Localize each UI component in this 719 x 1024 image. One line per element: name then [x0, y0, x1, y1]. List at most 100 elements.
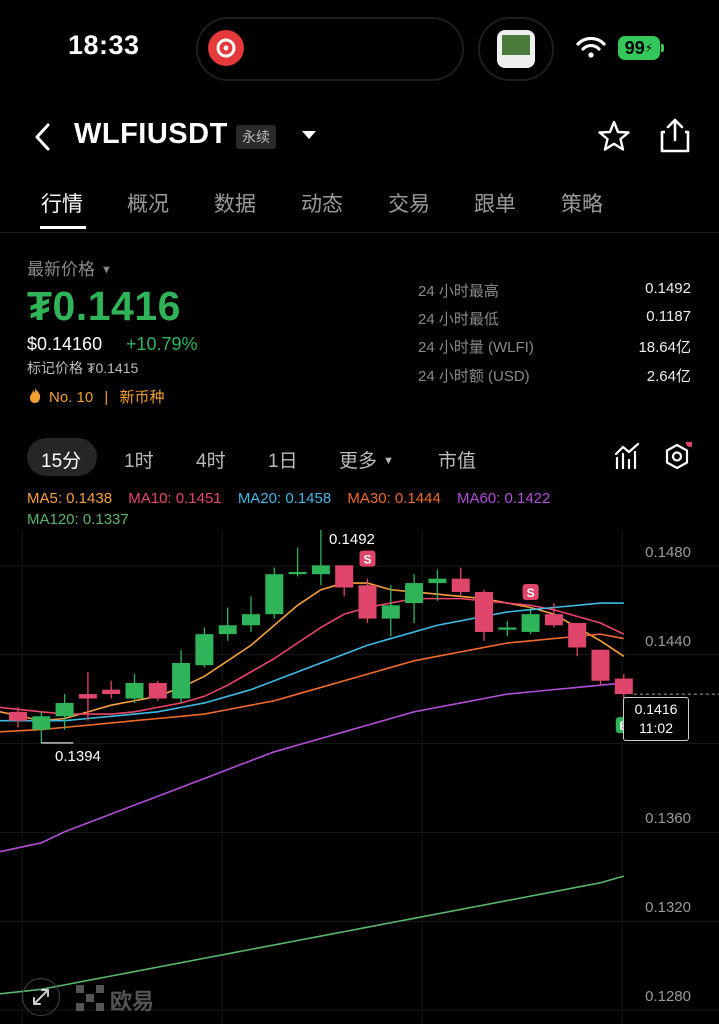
star-icon[interactable]	[596, 118, 632, 159]
candle-body	[475, 591, 493, 632]
y-axis-label: 0.1480	[645, 544, 691, 561]
candle-countdown: 11:02	[639, 720, 673, 736]
fire-icon	[27, 386, 43, 408]
signal-label: S	[363, 553, 371, 567]
ma5-legend: MA5: 0.1438	[27, 490, 113, 507]
last-price: ₮0.1416	[27, 283, 181, 329]
ma120-legend: MA120: 0.1337	[27, 511, 129, 528]
candle-body	[521, 614, 540, 632]
status-time: 18:33	[68, 30, 140, 60]
ma60-line	[0, 682, 624, 853]
share-icon[interactable]	[657, 117, 693, 160]
ma10-legend: MA10: 0.1451	[128, 490, 222, 507]
candle-body	[288, 571, 307, 575]
change-percent: +10.79%	[126, 334, 198, 354]
stat-value-volume: 18.64亿	[638, 339, 691, 356]
caret-down-icon: ▼	[101, 264, 112, 276]
interval-1d[interactable]: 1日	[268, 446, 298, 473]
contract-tag: 永续	[236, 125, 276, 149]
low-marker-label: 0.1394	[55, 748, 101, 765]
battery-level: 99	[624, 37, 645, 58]
candle-body	[148, 682, 167, 699]
ma20-legend: MA20: 0.1458	[237, 490, 332, 507]
rank-separator: |	[104, 389, 109, 406]
interval-4h[interactable]: 4时	[196, 446, 226, 473]
latest-price-label[interactable]: 最新价格 ▼	[27, 255, 112, 280]
stat-label-volume: 24 小时量 (WLFI)	[418, 339, 534, 356]
stat-value-high: 0.1492	[645, 280, 691, 297]
ma-legend-row-1: MA5: 0.1438 MA10: 0.1451 MA20: 0.1458 MA…	[27, 490, 550, 507]
interval-more[interactable]: 更多 ▼	[339, 446, 394, 473]
battery-tip	[661, 44, 664, 52]
y-axis-label: 0.1280	[645, 988, 691, 1005]
candle-body	[428, 578, 447, 584]
y-axis-label: 0.1440	[645, 633, 691, 650]
candle-body	[55, 702, 74, 717]
tab-copy-trading[interactable]: 跟单	[474, 188, 516, 218]
candle-body	[405, 583, 424, 604]
candle-body	[568, 623, 587, 648]
expand-icon[interactable]	[22, 978, 60, 1016]
candlestick-chart[interactable]: SSB	[0, 530, 719, 1024]
candle-body	[195, 634, 214, 666]
music-app-icon[interactable]	[208, 30, 244, 66]
y-axis-label: 0.1360	[645, 810, 691, 827]
interval-more-label: 更多	[339, 451, 378, 472]
symbol-dropdown-icon[interactable]	[300, 128, 318, 147]
candle-body	[242, 614, 260, 626]
symbol-title[interactable]: WLFIUSDT	[74, 118, 228, 151]
latest-price-label-text: 最新价格	[27, 260, 95, 279]
candle-body	[335, 565, 354, 588]
app-thumbnail-icon[interactable]	[497, 30, 535, 68]
candle-body	[9, 711, 27, 721]
okx-logo-icon	[76, 985, 104, 1016]
mark-price: 标记价格 ₮0.1415	[27, 360, 139, 376]
candle-body	[218, 625, 237, 635]
ma30-legend: MA30: 0.1444	[347, 490, 441, 507]
candle-body	[544, 614, 563, 626]
current-price-box: 0.1416 11:02	[623, 697, 689, 741]
rank-badge[interactable]: No. 10 | 新币种	[49, 386, 164, 407]
rank-text: No. 10	[49, 389, 94, 406]
new-coin-text: 新币种	[119, 389, 165, 406]
stat-label-turnover: 24 小时额 (USD)	[418, 368, 530, 385]
battery-icon: 99 ⚡	[618, 36, 660, 60]
candle-body	[358, 585, 377, 619]
y-axis-label: 0.1320	[645, 899, 691, 916]
candle-body	[78, 694, 97, 699]
usd-price: $0.14160	[27, 334, 103, 354]
interval-15m[interactable]: 15分	[41, 446, 81, 473]
tab-data[interactable]: 数据	[214, 188, 256, 218]
candle-body	[451, 578, 470, 592]
stat-value-turnover: 2.64亿	[646, 368, 691, 385]
candle-body	[172, 663, 191, 699]
candle-body	[498, 627, 517, 630]
notification-dot	[686, 439, 694, 447]
candle-body	[265, 574, 284, 615]
candle-body	[32, 716, 51, 730]
candle-body	[381, 605, 400, 619]
tab-news[interactable]: 动态	[301, 188, 343, 218]
indicator-chart-icon[interactable]	[614, 442, 640, 475]
interval-market-cap[interactable]: 市值	[438, 446, 476, 473]
tab-trade[interactable]: 交易	[388, 188, 430, 218]
tab-overview[interactable]: 概况	[127, 188, 169, 218]
candle-body	[591, 649, 610, 681]
ma5-line	[0, 582, 625, 722]
back-icon[interactable]	[32, 122, 54, 157]
tab-market[interactable]: 行情	[41, 188, 83, 218]
wifi-icon	[576, 36, 606, 63]
ma120-line	[0, 875, 625, 995]
current-price: 0.1416	[634, 701, 678, 717]
interval-1h[interactable]: 1时	[124, 446, 154, 473]
high-marker-label: 0.1492	[329, 531, 375, 548]
signal-label: S	[527, 586, 535, 600]
brand-watermark: 欧易	[110, 989, 155, 1014]
settings-hexagon-icon[interactable]	[662, 439, 694, 477]
caret-down-icon: ▼	[383, 455, 394, 467]
candle-body	[311, 565, 330, 575]
tab-strategy[interactable]: 策略	[561, 188, 603, 218]
candle-body	[125, 682, 144, 699]
stat-label-low: 24 小时最低	[418, 311, 499, 328]
active-tab-indicator	[40, 226, 86, 229]
